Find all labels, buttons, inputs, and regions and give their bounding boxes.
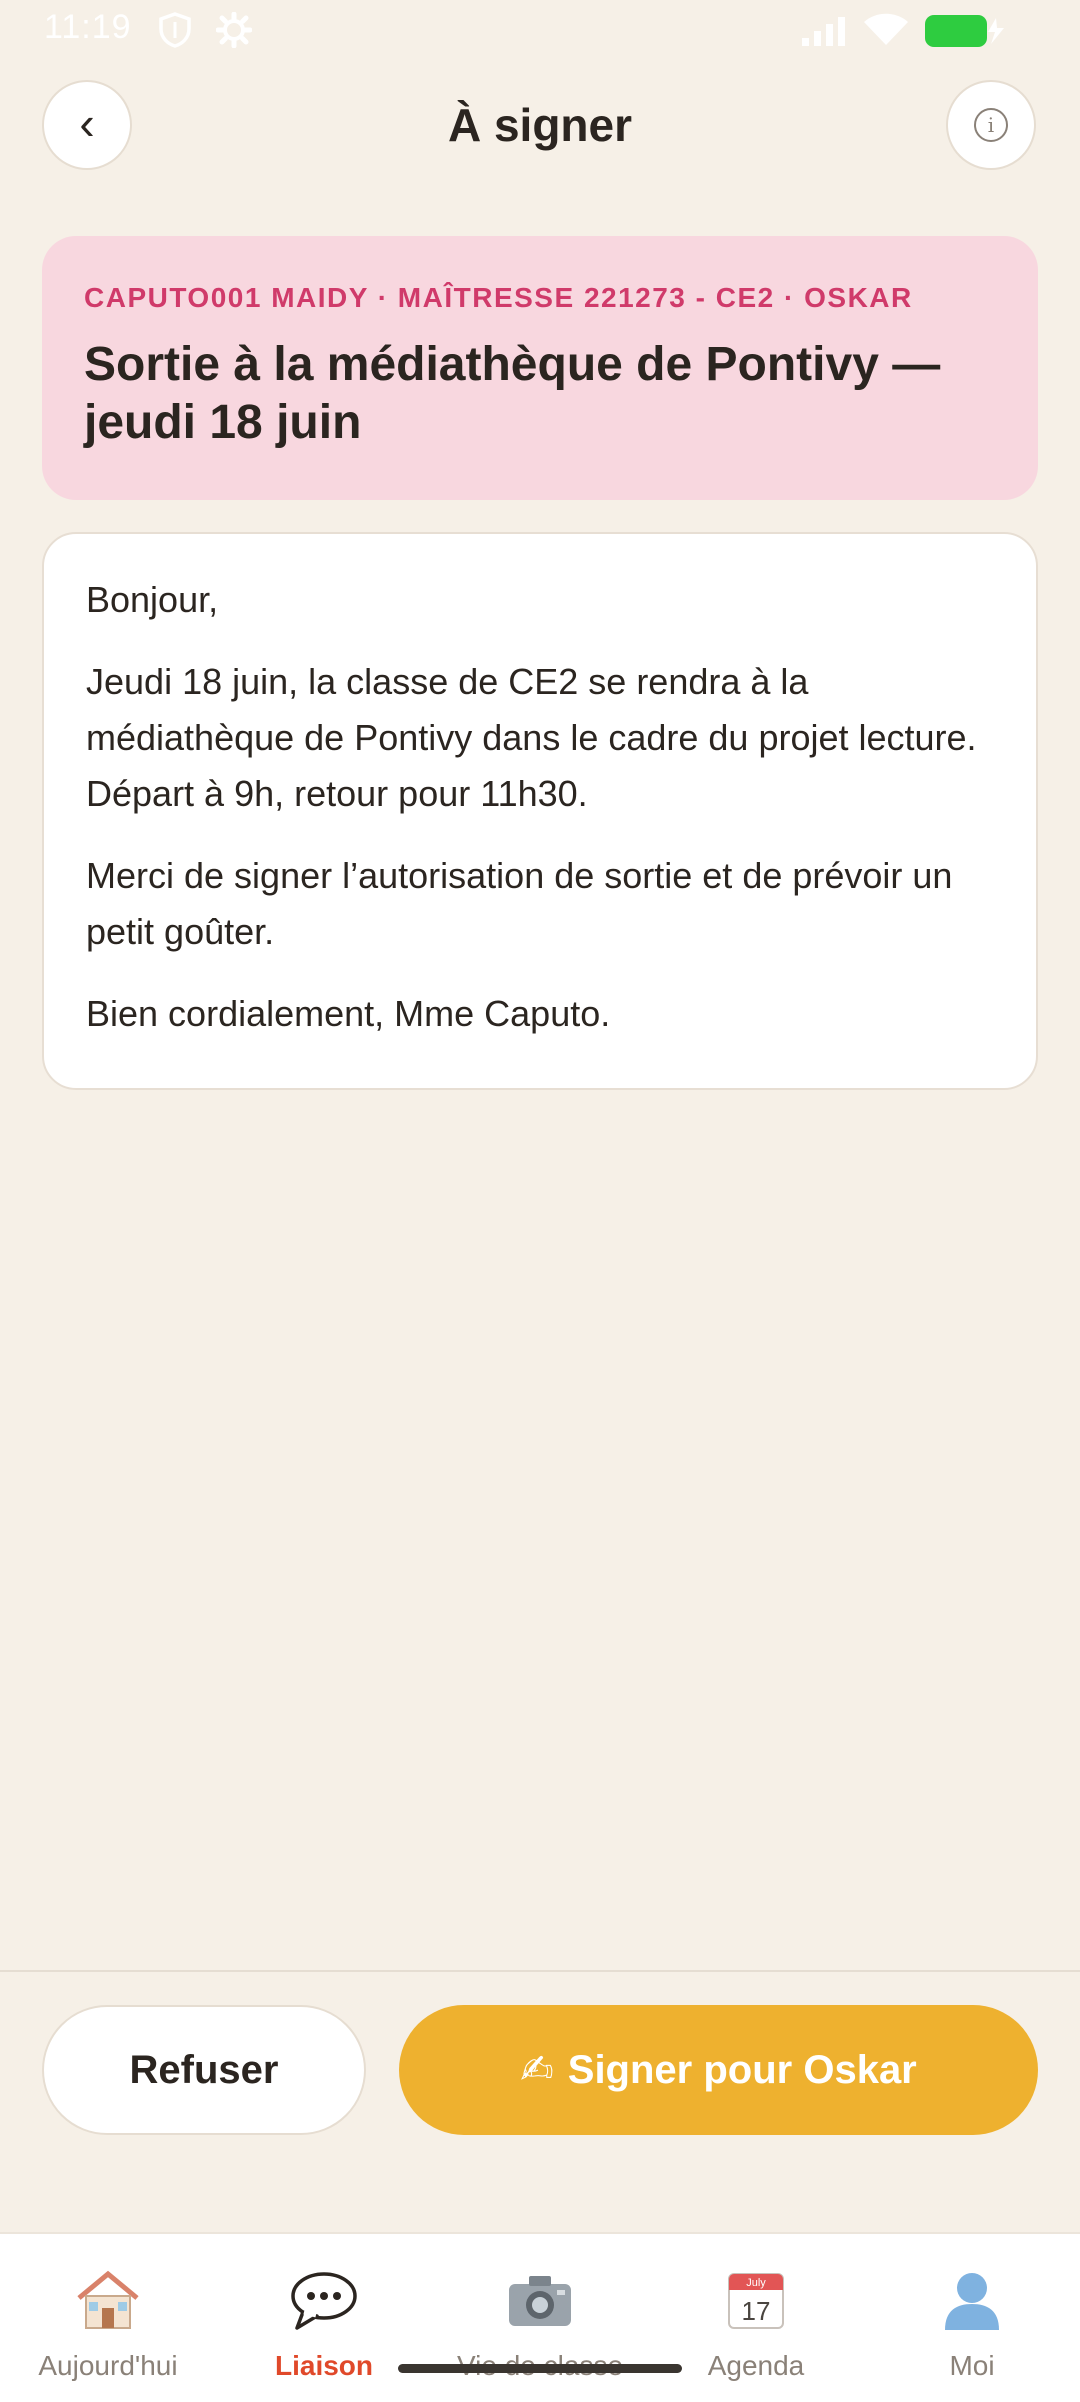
calendar-month: July [746, 2277, 766, 2289]
status-time: 11:19 [44, 8, 132, 46]
info-icon: i [974, 108, 1008, 142]
refuse-button-label: Refuser [129, 2047, 279, 2092]
battery-charging-icon [924, 14, 1008, 53]
tab-label: Moi [949, 2350, 995, 2381]
message-paragraph: Bien cordialement, Mme Caputo. [86, 993, 611, 1034]
camera-icon [505, 2268, 575, 2332]
page-title: À signer [447, 99, 633, 151]
message-paragraph: Bonjour, [86, 579, 219, 620]
divider [0, 1970, 1080, 1972]
home-indicator[interactable] [398, 2364, 682, 2373]
tab-agenda[interactable]: July 17 Agenda [648, 2234, 864, 2402]
header: ‹ À signer i [0, 70, 1080, 180]
tab-bar: Aujourd'hui Liaison Vie de classe July 17… [0, 2232, 1080, 2402]
sign-button-label: Signer pour Oskar [567, 2047, 917, 2092]
shield-icon [158, 12, 192, 53]
calendar-day: 17 [742, 2296, 771, 2326]
speech-bubble-icon [289, 2268, 359, 2332]
signal-icon [800, 14, 850, 53]
message-paragraph: Jeudi 18 juin, la classe de CE2 se rendr… [86, 661, 977, 814]
tab-label: Aujourd'hui [38, 2350, 178, 2381]
house-icon [73, 2268, 143, 2332]
wifi-icon [862, 12, 910, 53]
document-banner: CAPUTO001 MAIDY · MAÎTRESSE 221273 - CE2… [42, 236, 1038, 500]
banner-meta: CAPUTO001 MAIDY · MAÎTRESSE 221273 - CE2… [84, 282, 913, 313]
gear-icon [215, 11, 253, 53]
message-card: Bonjour, Jeudi 18 juin, la classe de CE2… [42, 532, 1038, 1090]
tab-moi[interactable]: Moi [864, 2234, 1080, 2402]
tab-liaison[interactable]: Liaison [216, 2234, 432, 2402]
calendar-icon: July 17 [721, 2268, 791, 2332]
status-bar: 11:19 [0, 0, 1080, 62]
tab-aujourdhui[interactable]: Aujourd'hui [0, 2234, 216, 2402]
writing-hand-icon: ✍ [520, 2048, 554, 2092]
info-button[interactable]: i [946, 80, 1036, 170]
sign-button[interactable]: ✍ Signer pour Oskar [399, 2005, 1038, 2135]
document-title: Sortie à la médiathèque de Pontivy — jeu… [84, 338, 941, 449]
message-paragraph: Merci de signer l’autorisation de sortie… [86, 855, 953, 952]
refuse-button[interactable]: Refuser [42, 2005, 366, 2135]
person-icon [937, 2268, 1007, 2332]
tab-vie-de-classe[interactable]: Vie de classe [432, 2234, 648, 2402]
